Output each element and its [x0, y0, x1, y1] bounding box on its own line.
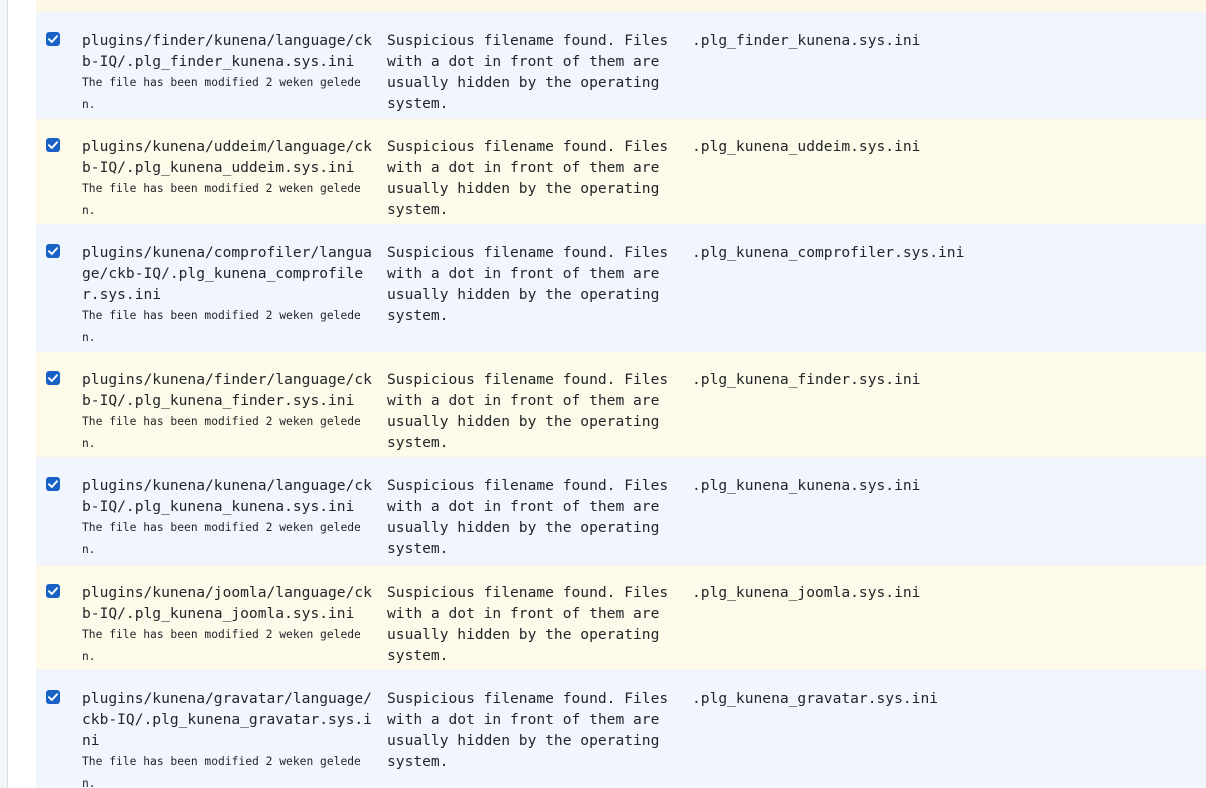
file-cell: plugins/kunena/joomla/language/ckb-IQ/.p…: [82, 582, 372, 667]
file-modified-note: The file has been modified 2 weken geled…: [82, 628, 361, 663]
file-name: .plg_kunena_joomla.sys.ini: [692, 584, 921, 601]
row-checkbox[interactable]: [46, 371, 60, 385]
row-checkbox[interactable]: [46, 477, 60, 491]
checkmark-icon: [48, 693, 58, 701]
table-row: plugins/kunena/comprofiler/language/ckb-…: [36, 224, 1206, 351]
file-name: .plg_kunena_finder.sys.ini: [692, 371, 921, 388]
row-checkbox[interactable]: [46, 584, 60, 598]
file-modified-note: The file has been modified 2 weken geled…: [82, 415, 361, 450]
file-path: plugins/kunena/kunena/language/ckb-IQ/.p…: [82, 477, 372, 515]
file-modified-note: The file has been modified 2 weken geled…: [82, 309, 361, 344]
table-row: plugins/kunena/joomla/language/ckb-IQ/.p…: [36, 564, 1206, 670]
finding-description: Suspicious filename found. Files with a …: [387, 477, 669, 557]
file-path: plugins/finder/kunena/language/ckb-IQ/.p…: [82, 32, 372, 70]
table-row: plugins/kunena/kunena/language/ckb-IQ/.p…: [36, 457, 1206, 564]
finding-description: Suspicious filename found. Files with a …: [387, 584, 669, 664]
file-name: .plg_kunena_gravatar.sys.ini: [692, 690, 939, 707]
file-path: plugins/kunena/gravatar/language/ckb-IQ/…: [82, 690, 372, 749]
scan-results-table: plugins/finder/kunena/language/ckb-IQ/.p…: [36, 0, 1206, 788]
finding-description: Suspicious filename found. Files with a …: [387, 244, 669, 324]
finding-description: Suspicious filename found. Files with a …: [387, 690, 669, 770]
file-modified-note: The file has been modified 2 weken geled…: [82, 755, 361, 788]
checkmark-icon: [48, 587, 58, 595]
file-name: .plg_finder_kunena.sys.ini: [692, 32, 921, 49]
row-checkbox[interactable]: [46, 138, 60, 152]
page-left-border: [0, 0, 8, 788]
table-row: plugins/kunena/gravatar/language/ckb-IQ/…: [36, 670, 1206, 788]
table-row: plugins/kunena/finder/language/ckb-IQ/.p…: [36, 351, 1206, 457]
file-name: .plg_kunena_kunena.sys.ini: [692, 477, 921, 494]
checkmark-icon: [48, 480, 58, 488]
row-checkbox[interactable]: [46, 690, 60, 704]
file-path: plugins/kunena/comprofiler/language/ckb-…: [82, 244, 372, 303]
file-cell: plugins/kunena/kunena/language/ckb-IQ/.p…: [82, 475, 372, 560]
checkmark-icon: [48, 35, 58, 43]
file-name: .plg_kunena_uddeim.sys.ini: [692, 138, 921, 155]
previous-row-tail: [36, 0, 1206, 12]
file-modified-note: The file has been modified 2 weken geled…: [82, 76, 361, 111]
file-path: plugins/kunena/uddeim/language/ckb-IQ/.p…: [82, 138, 372, 176]
finding-description: Suspicious filename found. Files with a …: [387, 32, 669, 112]
file-cell: plugins/finder/kunena/language/ckb-IQ/.p…: [82, 30, 372, 115]
finding-description: Suspicious filename found. Files with a …: [387, 371, 669, 451]
file-cell: plugins/kunena/uddeim/language/ckb-IQ/.p…: [82, 136, 372, 221]
file-cell: plugins/kunena/comprofiler/language/ckb-…: [82, 242, 372, 348]
checkmark-icon: [48, 247, 58, 255]
file-modified-note: The file has been modified 2 weken geled…: [82, 521, 361, 556]
table-row: plugins/kunena/uddeim/language/ckb-IQ/.p…: [36, 118, 1206, 224]
file-path: plugins/kunena/finder/language/ckb-IQ/.p…: [82, 371, 372, 409]
row-checkbox[interactable]: [46, 32, 60, 46]
table-row: plugins/finder/kunena/language/ckb-IQ/.p…: [36, 12, 1206, 118]
checkmark-icon: [48, 141, 58, 149]
file-cell: plugins/kunena/gravatar/language/ckb-IQ/…: [82, 688, 372, 788]
checkmark-icon: [48, 374, 58, 382]
finding-description: Suspicious filename found. Files with a …: [387, 138, 669, 218]
file-path: plugins/kunena/joomla/language/ckb-IQ/.p…: [82, 584, 372, 622]
file-modified-note: The file has been modified 2 weken geled…: [82, 182, 361, 217]
file-cell: plugins/kunena/finder/language/ckb-IQ/.p…: [82, 369, 372, 454]
file-name: .plg_kunena_comprofiler.sys.ini: [692, 244, 965, 261]
row-checkbox[interactable]: [46, 244, 60, 258]
